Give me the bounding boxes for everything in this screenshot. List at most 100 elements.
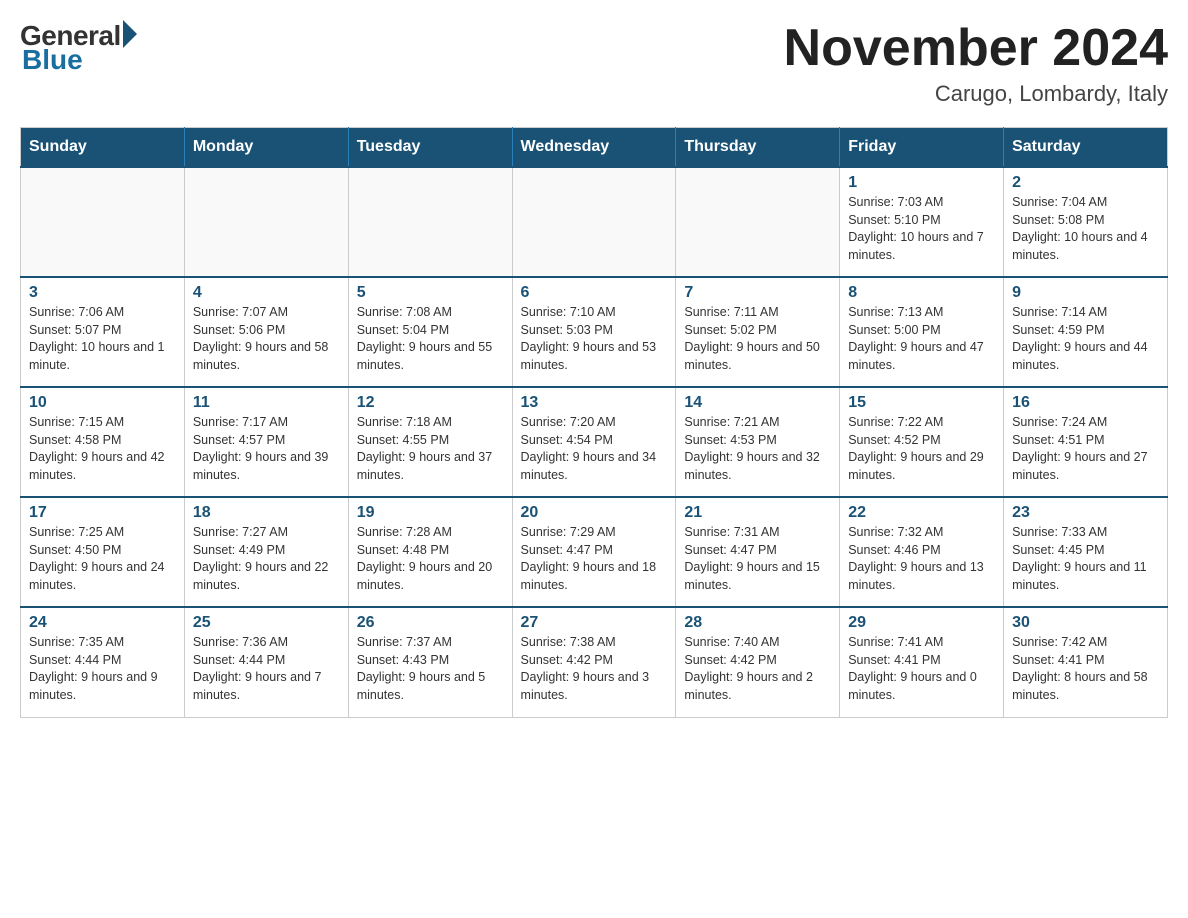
location-title: Carugo, Lombardy, Italy (784, 81, 1168, 107)
calendar-cell: 5 Sunrise: 7:08 AMSunset: 5:04 PMDaylight… (348, 277, 512, 387)
day-info: Sunrise: 7:31 AMSunset: 4:47 PMDaylight:… (684, 524, 831, 594)
day-number: 17 (29, 504, 176, 522)
day-info: Sunrise: 7:40 AMSunset: 4:42 PMDaylight:… (684, 634, 831, 704)
day-number: 2 (1012, 174, 1159, 192)
day-info: Sunrise: 7:29 AMSunset: 4:47 PMDaylight:… (521, 524, 668, 594)
day-number: 24 (29, 614, 176, 632)
calendar-cell: 30Sunrise: 7:42 AMSunset: 4:41 PMDayligh… (1004, 607, 1168, 717)
logo-triangle-icon (123, 20, 137, 48)
calendar-cell (676, 167, 840, 277)
calendar-cell: 16Sunrise: 7:24 AMSunset: 4:51 PMDayligh… (1004, 387, 1168, 497)
day-number: 18 (193, 504, 340, 522)
weekday-header-monday: Monday (184, 128, 348, 168)
day-info: Sunrise: 7:36 AMSunset: 4:44 PMDaylight:… (193, 634, 340, 704)
calendar-cell: 2 Sunrise: 7:04 AMSunset: 5:08 PMDaylight… (1004, 167, 1168, 277)
calendar-cell: 14 Sunrise: 7:21 AMSunset: 4:53 PMDayligh… (676, 387, 840, 497)
day-info: Sunrise: 7:22 AMSunset: 4:52 PMDaylight:… (848, 414, 995, 484)
calendar-cell: 23 Sunrise: 7:33 AMSunset: 4:45 PMDayligh… (1004, 497, 1168, 607)
calendar-cell: 22Sunrise: 7:32 AMSunset: 4:46 PMDayligh… (840, 497, 1004, 607)
weekday-header-row: SundayMondayTuesdayWednesdayThursdayFrid… (21, 128, 1168, 168)
calendar-cell: 9 Sunrise: 7:14 AMSunset: 4:59 PMDaylight… (1004, 277, 1168, 387)
calendar-cell: 10Sunrise: 7:15 AMSunset: 4:58 PMDayligh… (21, 387, 185, 497)
calendar-cell: 28 Sunrise: 7:40 AMSunset: 4:42 PMDayligh… (676, 607, 840, 717)
day-info: Sunrise: 7:27 AMSunset: 4:49 PMDaylight:… (193, 524, 340, 594)
day-info: Sunrise: 7:28 AMSunset: 4:48 PMDaylight:… (357, 524, 504, 594)
calendar-cell: 21 Sunrise: 7:31 AMSunset: 4:47 PMDayligh… (676, 497, 840, 607)
day-info: Sunrise: 7:25 AMSunset: 4:50 PMDaylight:… (29, 524, 176, 594)
month-title: November 2024 (784, 20, 1168, 77)
calendar-cell: 1 Sunrise: 7:03 AMSunset: 5:10 PMDaylight… (840, 167, 1004, 277)
day-info: Sunrise: 7:14 AMSunset: 4:59 PMDaylight:… (1012, 304, 1159, 374)
day-info: Sunrise: 7:11 AMSunset: 5:02 PMDaylight:… (684, 304, 831, 374)
calendar-cell (184, 167, 348, 277)
calendar-week-row: 17 Sunrise: 7:25 AMSunset: 4:50 PMDayligh… (21, 497, 1168, 607)
calendar-cell: 29Sunrise: 7:41 AMSunset: 4:41 PMDayligh… (840, 607, 1004, 717)
day-number: 14 (684, 394, 831, 412)
day-info: Sunrise: 7:13 AMSunset: 5:00 PMDaylight:… (848, 304, 995, 374)
calendar-cell (512, 167, 676, 277)
day-info: Sunrise: 7:37 AMSunset: 4:43 PMDaylight:… (357, 634, 504, 704)
calendar-cell: 18 Sunrise: 7:27 AMSunset: 4:49 PMDayligh… (184, 497, 348, 607)
weekday-header-wednesday: Wednesday (512, 128, 676, 168)
day-number: 5 (357, 284, 504, 302)
calendar-cell: 25 Sunrise: 7:36 AMSunset: 4:44 PMDayligh… (184, 607, 348, 717)
day-info: Sunrise: 7:08 AMSunset: 5:04 PMDaylight:… (357, 304, 504, 374)
day-info: Sunrise: 7:35 AMSunset: 4:44 PMDaylight:… (29, 634, 176, 704)
weekday-header-sunday: Sunday (21, 128, 185, 168)
day-number: 13 (521, 394, 668, 412)
calendar-cell: 20 Sunrise: 7:29 AMSunset: 4:47 PMDayligh… (512, 497, 676, 607)
day-number: 8 (848, 284, 995, 302)
weekday-header-thursday: Thursday (676, 128, 840, 168)
calendar-week-row: 24 Sunrise: 7:35 AMSunset: 4:44 PMDayligh… (21, 607, 1168, 717)
calendar-cell: 11Sunrise: 7:17 AMSunset: 4:57 PMDayligh… (184, 387, 348, 497)
day-number: 15 (848, 394, 995, 412)
day-number: 6 (521, 284, 668, 302)
day-number: 12 (357, 394, 504, 412)
day-info: Sunrise: 7:03 AMSunset: 5:10 PMDaylight:… (848, 194, 995, 264)
day-number: 26 (357, 614, 504, 632)
day-number: 28 (684, 614, 831, 632)
day-number: 7 (684, 284, 831, 302)
logo-blue-text: Blue (22, 44, 83, 76)
day-info: Sunrise: 7:24 AMSunset: 4:51 PMDaylight:… (1012, 414, 1159, 484)
day-number: 20 (521, 504, 668, 522)
day-info: Sunrise: 7:21 AMSunset: 4:53 PMDaylight:… (684, 414, 831, 484)
calendar-cell: 6 Sunrise: 7:10 AMSunset: 5:03 PMDaylight… (512, 277, 676, 387)
calendar-week-row: 3 Sunrise: 7:06 AMSunset: 5:07 PMDaylight… (21, 277, 1168, 387)
calendar-cell: 8 Sunrise: 7:13 AMSunset: 5:00 PMDaylight… (840, 277, 1004, 387)
day-number: 25 (193, 614, 340, 632)
day-number: 30 (1012, 614, 1159, 632)
day-number: 22 (848, 504, 995, 522)
day-info: Sunrise: 7:10 AMSunset: 5:03 PMDaylight:… (521, 304, 668, 374)
calendar-cell: 17 Sunrise: 7:25 AMSunset: 4:50 PMDayligh… (21, 497, 185, 607)
calendar-cell: 12 Sunrise: 7:18 AMSunset: 4:55 PMDayligh… (348, 387, 512, 497)
day-info: Sunrise: 7:18 AMSunset: 4:55 PMDaylight:… (357, 414, 504, 484)
day-number: 3 (29, 284, 176, 302)
calendar-cell: 3 Sunrise: 7:06 AMSunset: 5:07 PMDaylight… (21, 277, 185, 387)
logo: General Blue (20, 20, 137, 76)
weekday-header-tuesday: Tuesday (348, 128, 512, 168)
day-info: Sunrise: 7:20 AMSunset: 4:54 PMDaylight:… (521, 414, 668, 484)
day-info: Sunrise: 7:17 AMSunset: 4:57 PMDaylight:… (193, 414, 340, 484)
calendar-cell: 7 Sunrise: 7:11 AMSunset: 5:02 PMDaylight… (676, 277, 840, 387)
calendar-week-row: 10Sunrise: 7:15 AMSunset: 4:58 PMDayligh… (21, 387, 1168, 497)
weekday-header-saturday: Saturday (1004, 128, 1168, 168)
day-number: 21 (684, 504, 831, 522)
calendar-cell: 15 Sunrise: 7:22 AMSunset: 4:52 PMDayligh… (840, 387, 1004, 497)
day-info: Sunrise: 7:33 AMSunset: 4:45 PMDaylight:… (1012, 524, 1159, 594)
calendar-cell: 26 Sunrise: 7:37 AMSunset: 4:43 PMDayligh… (348, 607, 512, 717)
day-info: Sunrise: 7:04 AMSunset: 5:08 PMDaylight:… (1012, 194, 1159, 264)
day-info: Sunrise: 7:06 AMSunset: 5:07 PMDaylight:… (29, 304, 176, 374)
title-area: November 2024 Carugo, Lombardy, Italy (784, 20, 1168, 107)
header: General Blue November 2024 Carugo, Lomba… (20, 20, 1168, 107)
calendar-cell: 19Sunrise: 7:28 AMSunset: 4:48 PMDayligh… (348, 497, 512, 607)
calendar-cell: 13 Sunrise: 7:20 AMSunset: 4:54 PMDayligh… (512, 387, 676, 497)
day-number: 9 (1012, 284, 1159, 302)
calendar-cell: 24 Sunrise: 7:35 AMSunset: 4:44 PMDayligh… (21, 607, 185, 717)
day-info: Sunrise: 7:07 AMSunset: 5:06 PMDaylight:… (193, 304, 340, 374)
day-number: 4 (193, 284, 340, 302)
day-number: 23 (1012, 504, 1159, 522)
day-number: 1 (848, 174, 995, 192)
weekday-header-friday: Friday (840, 128, 1004, 168)
day-number: 10 (29, 394, 176, 412)
